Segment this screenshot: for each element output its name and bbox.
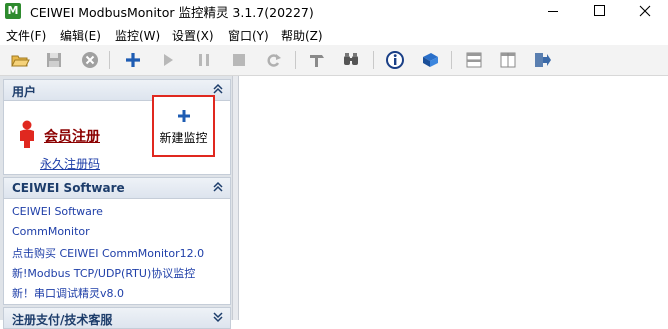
split-horizontal-icon[interactable]: [464, 50, 484, 70]
delete-icon[interactable]: [80, 50, 100, 70]
buy-link[interactable]: 点击购买 CEIWEI CommMonitor12.0: [12, 245, 204, 261]
exit-icon[interactable]: [532, 50, 552, 70]
serial-debug-link[interactable]: 新！串口调试精灵v8.0: [12, 285, 124, 301]
find-icon[interactable]: [341, 50, 361, 70]
toolbar-separator: [373, 51, 374, 69]
pause-icon[interactable]: [194, 50, 214, 70]
permanent-code-link[interactable]: 永久注册码: [40, 155, 100, 172]
new-monitor-label: 新建监控: [159, 131, 208, 145]
collapse-icon[interactable]: [212, 181, 224, 193]
new-monitor-button[interactable]: 新建监控: [152, 95, 215, 157]
app-icon: M: [5, 3, 21, 19]
software-link[interactable]: CEIWEI Software: [12, 205, 103, 218]
save-icon[interactable]: [44, 50, 64, 70]
toolbar-separator: [295, 51, 296, 69]
maximize-button[interactable]: [576, 0, 622, 22]
menu-help[interactable]: 帮助(Z): [281, 27, 323, 44]
title-bar: M CEIWEI ModbusMonitor 监控精灵 3.1.7(20227): [0, 0, 668, 22]
toolbar: [0, 45, 668, 76]
menu-window[interactable]: 窗口(Y): [228, 27, 269, 44]
start-icon[interactable]: [158, 50, 178, 70]
split-vertical-icon[interactable]: [498, 50, 518, 70]
close-icon: [639, 5, 651, 17]
collapse-icon[interactable]: [212, 83, 224, 95]
minimize-button[interactable]: [530, 0, 576, 22]
open-folder-icon[interactable]: [10, 50, 30, 70]
commmonitor-link[interactable]: CommMonitor: [12, 225, 90, 238]
register-link[interactable]: 会员注册: [44, 126, 100, 146]
tools-icon[interactable]: [307, 50, 327, 70]
panel-header[interactable]: 注册支付/技术客服: [4, 308, 230, 329]
add-icon[interactable]: [123, 50, 143, 70]
toolbar-separator: [451, 51, 452, 69]
info-icon[interactable]: [385, 50, 405, 70]
add-icon: [178, 110, 190, 122]
menu-bar: 文件(F) 编辑(E) 监控(W) 设置(X) 窗口(Y) 帮助(Z): [0, 24, 668, 44]
software-panel: CEIWEI Software CEIWEI Software CommMoni…: [3, 177, 231, 305]
panel-header[interactable]: CEIWEI Software: [4, 178, 230, 199]
toolbar-separator: [109, 51, 110, 69]
stop-icon[interactable]: [229, 50, 249, 70]
main-workspace: [239, 76, 668, 320]
close-button[interactable]: [622, 0, 668, 22]
user-panel-title: 用户: [12, 85, 37, 99]
modbus-tcp-link[interactable]: 新!Modbus TCP/UDP(RTU)协议监控: [12, 265, 195, 281]
menu-settings[interactable]: 设置(X): [172, 27, 214, 44]
menu-monitor[interactable]: 监控(W): [115, 27, 160, 44]
menu-file[interactable]: 文件(F): [6, 27, 46, 44]
refresh-icon[interactable]: [264, 50, 284, 70]
support-panel: 注册支付/技术客服: [3, 307, 231, 329]
software-panel-title: CEIWEI Software: [12, 181, 125, 195]
splitter[interactable]: [232, 76, 239, 320]
user-icon: [20, 120, 34, 148]
menu-edit[interactable]: 编辑(E): [60, 27, 101, 44]
window-title: CEIWEI ModbusMonitor 监控精灵 3.1.7(20227): [30, 5, 314, 20]
book-icon[interactable]: [420, 50, 440, 70]
expand-icon[interactable]: [212, 311, 224, 323]
